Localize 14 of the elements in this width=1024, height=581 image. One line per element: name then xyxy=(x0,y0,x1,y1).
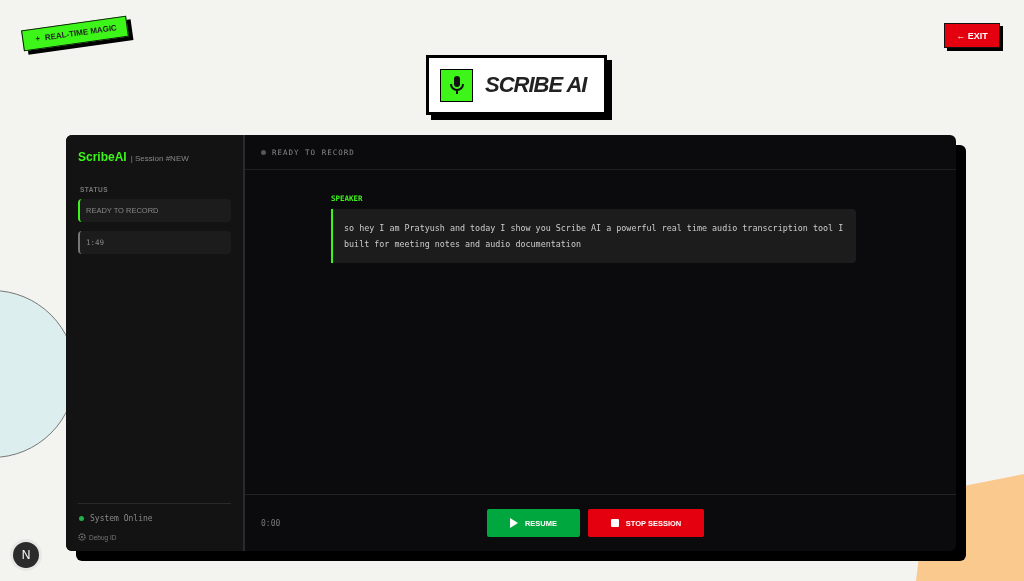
microphone-icon xyxy=(440,68,473,102)
status-dot xyxy=(261,149,266,155)
exit-button[interactable]: ← EXIT xyxy=(944,23,1000,48)
play-icon xyxy=(509,518,518,528)
gear-icon xyxy=(78,533,86,541)
timer: 0:00 xyxy=(261,518,282,528)
app-title: SCRIBE AI xyxy=(485,72,587,98)
brand-name: ScribeAI xyxy=(78,150,127,164)
transcript-text: so hey I am Pratyush and today I show you Scribe AI a powerful real time audio transcription tool I built for meeting notes and audio documentation xyxy=(331,209,856,263)
dev-tools-button[interactable]: N xyxy=(13,542,39,568)
session-label: | Session #NEW xyxy=(130,154,189,163)
system-status: System Online xyxy=(90,514,153,523)
feature-badge: + REAL-TIME MAGIC xyxy=(21,15,130,52)
stop-icon xyxy=(610,519,619,527)
